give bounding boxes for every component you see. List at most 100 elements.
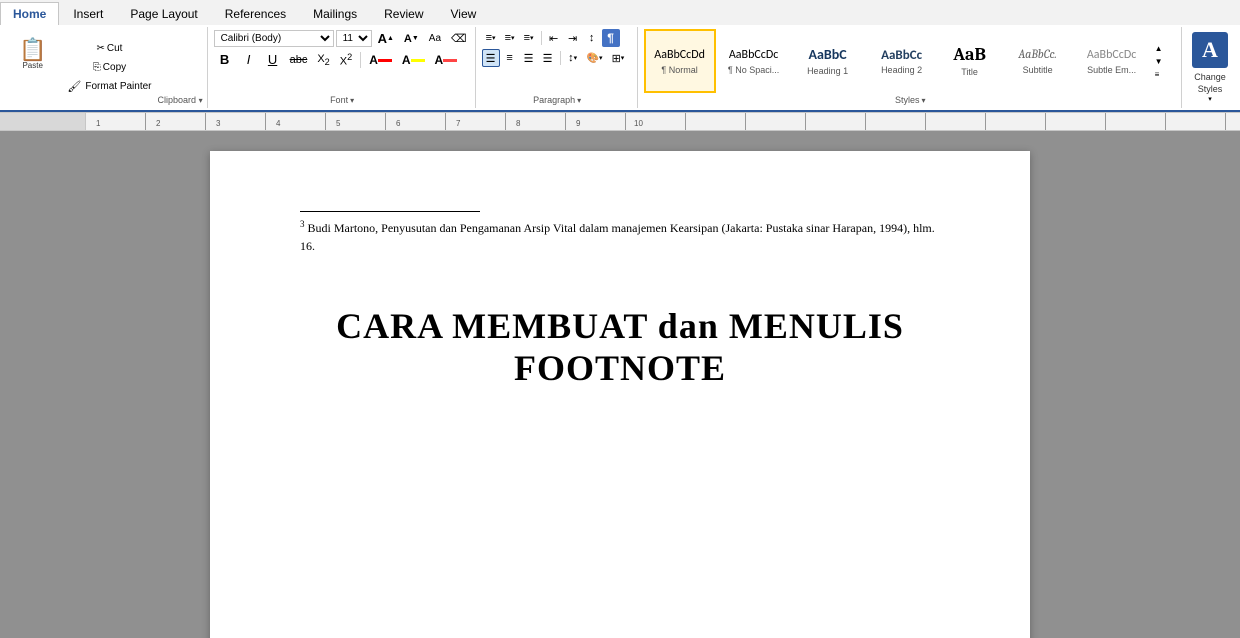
subscript-button[interactable]: X2 — [313, 51, 333, 69]
styles-scroll-up-button[interactable]: ▲ — [1152, 42, 1166, 55]
styles-expand-icon[interactable]: ▾ — [922, 96, 926, 105]
tab-home[interactable]: Home — [0, 2, 59, 25]
scissors-icon: ✂ — [96, 43, 104, 54]
align-right-icon: ☰ — [524, 52, 534, 65]
styles-scroll-down-button[interactable]: ▼ — [1152, 55, 1166, 68]
shading-icon: 🎨 — [587, 53, 599, 64]
superscript-button[interactable]: X2 — [336, 50, 356, 70]
paragraph-expand-icon[interactable]: ▾ — [577, 96, 581, 105]
highlight-button[interactable]: A — [398, 51, 429, 69]
main-heading: CARA MEMBUAT dan MENULIS FOOTNOTE — [300, 305, 940, 389]
footnote-content: 3 Budi Martono, Penyusutan dan Pengamana… — [300, 218, 940, 255]
font-grow-button[interactable]: A▲ — [374, 29, 398, 48]
styles-group-label: Styles — [895, 95, 920, 105]
styles-group: AaBbCcDd ¶ Normal AaBbCcDc ¶ No Spaci...… — [640, 27, 1182, 108]
ribbon-content: 📋 Paste ✂ Cut ⎘ Copy 🖌 Format Painter — [0, 25, 1240, 112]
change-case-icon: Aa — [429, 33, 441, 44]
style-item-subtle[interactable]: AaBbCcDc Subtle Em... — [1076, 29, 1148, 93]
paste-label: Paste — [22, 61, 42, 70]
style-h2-label: Heading 2 — [881, 65, 922, 75]
numbering-button[interactable]: ≡▾ — [501, 29, 519, 47]
para-divider1 — [541, 31, 542, 45]
justify-button[interactable]: ☰ — [539, 49, 557, 67]
ruler: 1 2 3 4 5 6 7 8 9 10 — [0, 113, 1240, 131]
format-painter-icon: 🖌 — [67, 80, 81, 93]
strikethrough-button[interactable]: abc — [286, 51, 312, 69]
tab-references[interactable]: References — [212, 2, 299, 25]
clipboard-group-label: Clipboard — [158, 95, 197, 105]
paragraph-mark-icon: ¶ — [607, 31, 614, 45]
align-center-button[interactable]: ≡ — [501, 49, 519, 67]
copy-label: Copy — [103, 62, 126, 73]
style-subtle-label: Subtle Em... — [1087, 65, 1136, 75]
change-styles-button[interactable]: A ChangeStyles ▾ — [1184, 27, 1236, 108]
increase-indent-icon: ⇥ — [568, 32, 577, 45]
format-painter-button[interactable]: 🖌 Format Painter — [63, 78, 155, 96]
text-color2-icon: A — [435, 53, 444, 67]
increase-indent-button[interactable]: ⇥ — [564, 29, 582, 47]
tab-mailings[interactable]: Mailings — [300, 2, 370, 25]
underline-button[interactable]: U — [262, 50, 284, 69]
font-size-select[interactable]: 11 — [336, 30, 372, 47]
style-item-nospace[interactable]: AaBbCcDc ¶ No Spaci... — [718, 29, 790, 93]
tab-insert[interactable]: Insert — [60, 2, 116, 25]
style-item-title[interactable]: AaB Title — [940, 29, 1000, 93]
clear-format-button[interactable]: ⌫ — [447, 30, 471, 48]
styles-row: AaBbCcDd ¶ Normal AaBbCcDc ¶ No Spaci...… — [644, 29, 1177, 93]
paste-icon: 📋 — [19, 39, 46, 61]
format-painter-label: Format Painter — [85, 81, 151, 92]
style-nospace-label: ¶ No Spaci... — [728, 65, 779, 75]
sort-icon: ↕ — [589, 32, 595, 44]
text-color2-button[interactable]: A — [431, 51, 462, 69]
decrease-indent-button[interactable]: ⇤ — [545, 29, 563, 47]
italic-button[interactable]: I — [238, 50, 260, 69]
style-h1-label: Heading 1 — [807, 66, 848, 76]
paste-button[interactable]: 📋 Paste — [8, 29, 57, 79]
sort-button[interactable]: ↕ — [583, 29, 601, 47]
font-grow-icon: A — [378, 31, 387, 46]
style-subtitle-label: Subtitle — [1023, 65, 1053, 75]
show-hide-button[interactable]: ¶ — [602, 29, 620, 47]
style-normal-label: ¶ Normal — [661, 65, 697, 75]
styles-more-button[interactable]: ≡ — [1152, 68, 1166, 81]
font-name-select[interactable]: Calibri (Body) — [214, 30, 334, 47]
tab-review[interactable]: Review — [371, 2, 436, 25]
paragraph-group: ≡▾ ≡▾ ≡▾ ⇤ ⇥ ↕ ¶ ☰ ≡ ☰ ☰ — [478, 27, 638, 108]
tab-bar: Home Insert Page Layout References Maili… — [0, 0, 1240, 25]
cut-button[interactable]: ✂ Cut — [63, 40, 155, 58]
font-color-button[interactable]: A — [365, 51, 396, 69]
tab-page-layout[interactable]: Page Layout — [117, 2, 210, 25]
bold-button[interactable]: B — [214, 50, 236, 69]
change-case-button[interactable]: Aa — [425, 30, 445, 48]
document-area[interactable]: 3 Budi Martono, Penyusutan dan Pengamana… — [0, 131, 1240, 638]
change-styles-arrow: ▾ — [1208, 95, 1212, 103]
style-item-h1[interactable]: AaBbC Heading 1 — [792, 29, 864, 93]
align-right-button[interactable]: ☰ — [520, 49, 538, 67]
multilevel-list-button[interactable]: ≡▾ — [520, 29, 538, 47]
copy-button[interactable]: ⎘ Copy — [63, 59, 155, 77]
document-page: 3 Budi Martono, Penyusutan dan Pengamana… — [210, 151, 1030, 638]
footnote-text: Budi Martono, Penyusutan dan Pengamanan … — [300, 221, 935, 253]
style-title-label: Title — [961, 67, 978, 77]
style-item-h2[interactable]: AaBbCc Heading 2 — [866, 29, 938, 93]
align-left-button[interactable]: ☰ — [482, 49, 500, 67]
font-shrink-button[interactable]: A▼ — [400, 30, 423, 48]
bullets-button[interactable]: ≡▾ — [482, 29, 500, 47]
font-expand-icon[interactable]: ▾ — [350, 96, 354, 105]
style-item-subtitle[interactable]: AaBbCc. Subtitle — [1002, 29, 1074, 93]
style-item-normal[interactable]: AaBbCcDd ¶ Normal — [644, 29, 716, 93]
font-group-label: Font — [330, 95, 348, 105]
line-spacing-button[interactable]: ↕▾ — [564, 49, 582, 67]
change-styles-label: ChangeStyles — [1194, 72, 1226, 95]
shading-button[interactable]: 🎨▾ — [583, 49, 607, 67]
change-styles-icon: A — [1202, 37, 1218, 63]
clipboard-expand-icon[interactable]: ▾ — [199, 96, 203, 105]
clear-format-icon: ⌫ — [451, 32, 467, 45]
paragraph-group-label: Paragraph — [533, 95, 575, 105]
copy-icon: ⎘ — [93, 62, 101, 73]
borders-button[interactable]: ⊞▾ — [608, 49, 629, 67]
strikethrough-label: abc — [290, 54, 308, 66]
footnote-separator — [300, 211, 480, 212]
tab-view[interactable]: View — [438, 2, 490, 25]
font-color-icon: A — [369, 53, 378, 67]
